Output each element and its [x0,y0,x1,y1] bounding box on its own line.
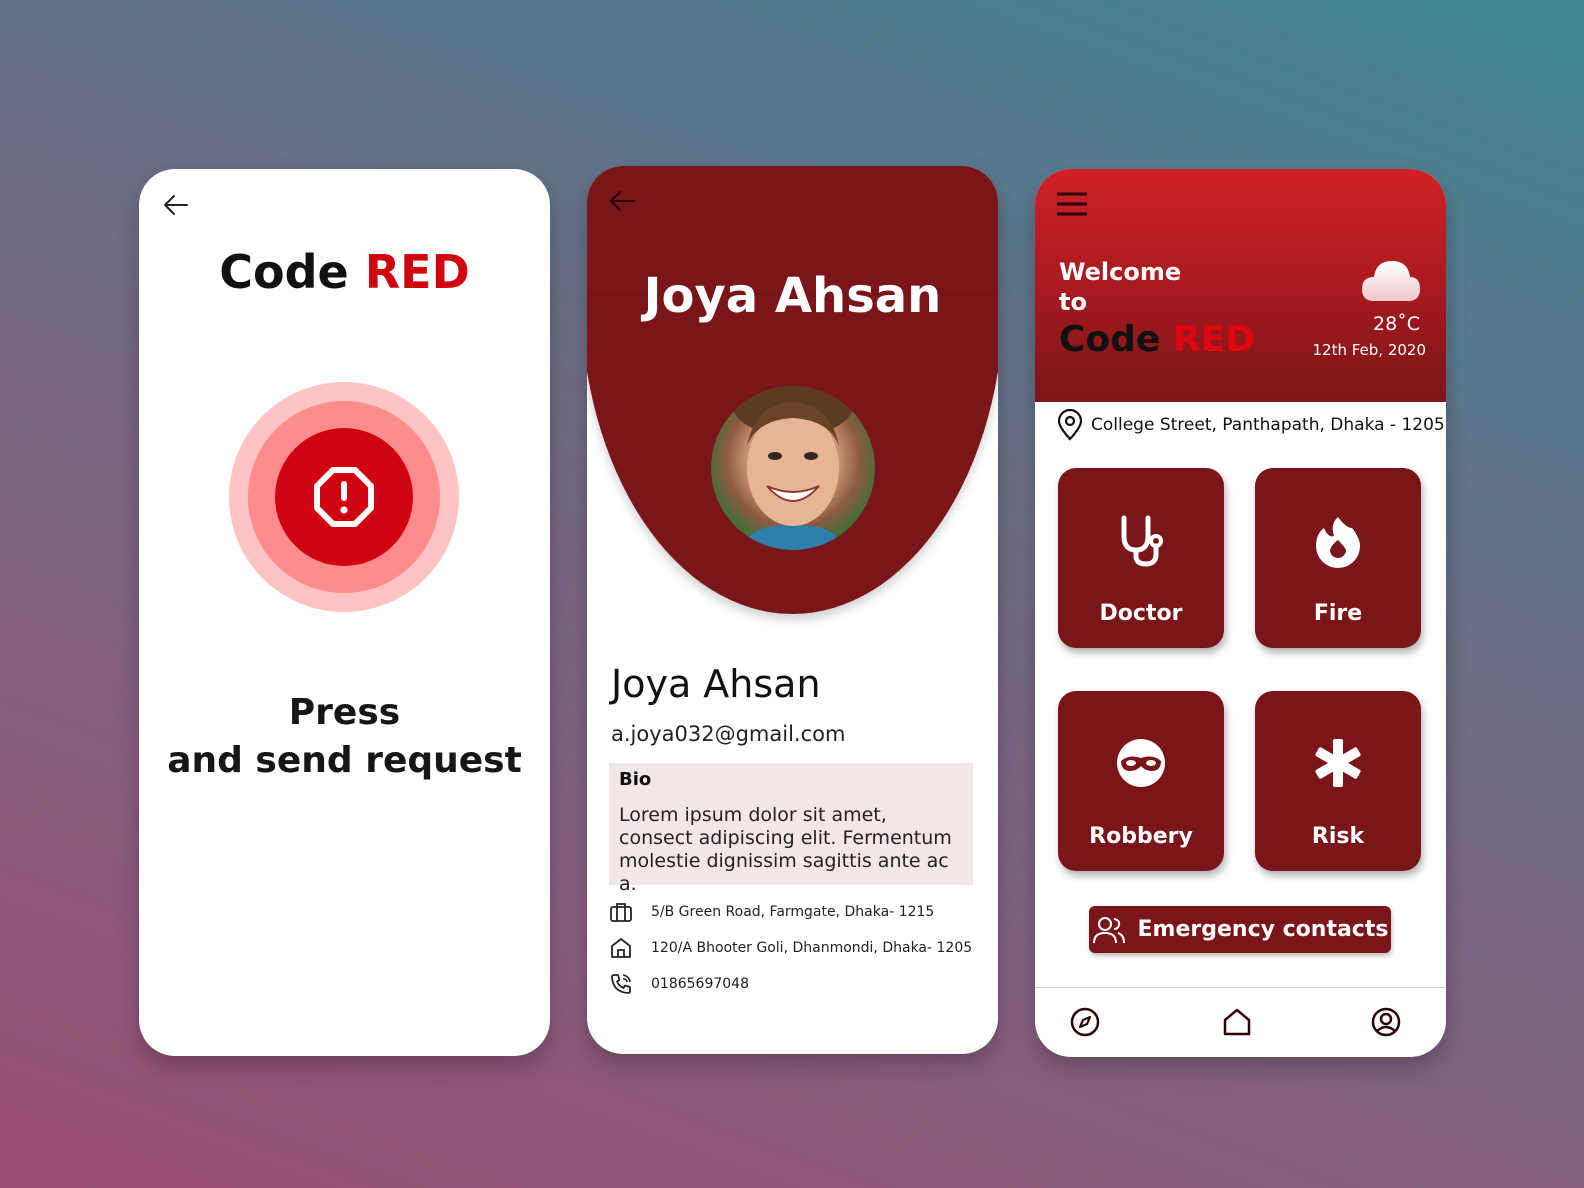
press-instruction: Press and send request [139,689,550,785]
alert-octagon-icon [314,467,374,527]
work-address-row: 5/B Green Road, Farmgate, Dhaka- 1215 [609,900,934,924]
briefcase-icon [610,903,632,922]
press-line-2: and send request [167,740,522,781]
home-nav-icon[interactable] [1221,1006,1253,1038]
location-pin-icon [1057,409,1083,441]
users-icon [1092,916,1125,943]
back-arrow-icon[interactable] [161,190,191,220]
bio-text: Lorem ipsum dolor sit amet, consect adip… [619,804,952,895]
location-text: College Street, Panthapath, Dhaka - 1205 [1091,415,1445,435]
profile-name: Joya Ahsan [611,662,821,706]
bio-card: Bio Lorem ipsum dolor sit amet, consect … [609,763,973,895]
app-title-accent: RED [1172,319,1256,360]
doctor-label: Doctor [1099,601,1183,626]
avatar-portrait [733,386,853,550]
fire-label: Fire [1313,601,1363,626]
phone-call-icon [611,974,631,994]
cloud-weather-icon [1362,261,1420,301]
emergency-contacts-label: Emergency contacts [1137,917,1389,942]
phone-row: 01865697048 [609,972,749,996]
app-title: Code RED [139,245,550,299]
welcome-text: Welcome to [1059,257,1181,317]
avatar [711,386,875,550]
risk-label: Risk [1311,824,1365,849]
press-line-1: Press [288,692,401,733]
location-row[interactable]: College Street, Panthapath, Dhaka - 1205 [1057,409,1445,441]
hamburger-menu-icon[interactable] [1057,191,1087,217]
app-title-main: Code [1059,319,1161,360]
robber-mask-icon [1117,739,1165,787]
app-title-accent: RED [364,245,470,299]
home-icon [611,938,631,958]
sos-button[interactable] [275,428,413,566]
emergency-contacts-button[interactable]: Emergency contacts [1089,906,1391,953]
welcome-line-2: to [1059,288,1087,316]
fire-tile[interactable]: Fire [1255,468,1421,648]
robbery-tile[interactable]: Robbery [1058,691,1224,871]
welcome-line-1: Welcome [1059,258,1182,286]
app-title-main: Code [219,245,349,299]
app-title: Code RED [1059,319,1255,360]
date: 12th Feb, 2020 [1312,341,1426,359]
stethoscope-icon [1121,515,1163,567]
risk-tile[interactable]: Risk [1255,691,1421,871]
doctor-tile[interactable]: Doctor [1058,468,1224,648]
profile-nav-icon[interactable] [1370,1006,1402,1038]
home-address-row: 120/A Bhooter Goli, Dhanmondi, Dhaka- 12… [609,936,972,960]
phone-number[interactable]: 01865697048 [651,976,749,992]
fire-icon [1316,517,1360,568]
temperature: 28˚C [1373,313,1420,335]
bottom-nav [1035,987,1446,1057]
work-address: 5/B Green Road, Farmgate, Dhaka- 1215 [651,904,935,920]
compass-icon[interactable] [1069,1006,1101,1038]
back-arrow-icon[interactable] [607,186,637,216]
home-screen: Welcome to Code RED 28˚C 12th Feb, 2020 … [1035,169,1446,1057]
robbery-label: Robbery [1089,824,1193,849]
asterisk-risk-icon [1315,739,1361,787]
profile-header-name: Joya Ahsan [643,268,942,324]
home-address: 120/A Bhooter Goli, Dhanmondi, Dhaka- 12… [651,940,973,956]
profile-email[interactable]: a.joya032@gmail.com [611,722,845,746]
sos-screen: Code RED Press and send request [139,169,550,1056]
bio-label: Bio [619,769,652,790]
profile-screen: Joya Ahsan Joya Ahsan a.joya032@gmail.co… [587,166,998,1054]
